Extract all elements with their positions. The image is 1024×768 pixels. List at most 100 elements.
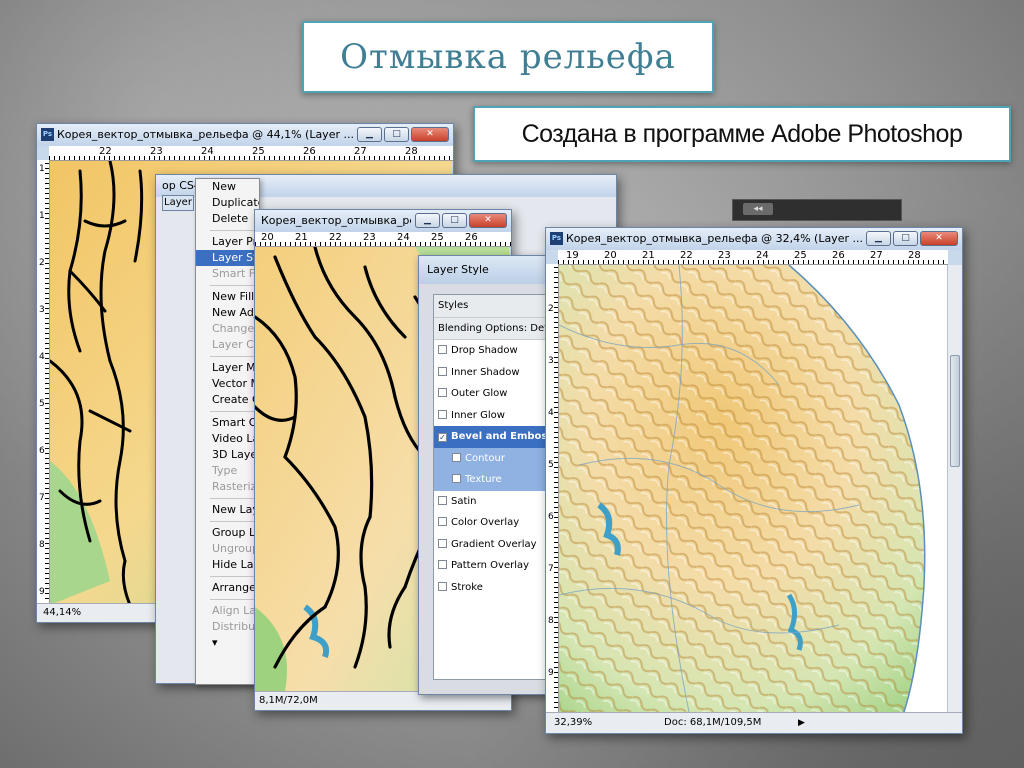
effect-row[interactable]: ✓ Bevel and Emboss [434, 426, 553, 448]
scrollbar-thumb[interactable] [950, 355, 960, 467]
effect-checkbox[interactable] [438, 388, 447, 397]
menu-item[interactable]: Distribute [196, 619, 259, 635]
map-canvas-hillshade[interactable] [559, 265, 947, 712]
layer-tab[interactable]: Layer [162, 195, 194, 211]
minimize-button[interactable]: ▁ [415, 213, 440, 228]
menu-item[interactable]: New Fill L [196, 289, 259, 305]
status-menu-arrow-icon[interactable]: ▶ [798, 713, 805, 733]
layer-style-dialog[interactable]: Layer Style Styles Blending Options: Def… [418, 255, 567, 695]
ruler-label: 7 [548, 564, 554, 574]
menu-item[interactable]: Smart Ob [196, 415, 259, 431]
collapse-arrows-icon[interactable]: ◂◂ [743, 203, 773, 215]
maximize-button[interactable]: □ [384, 127, 409, 142]
menu-separator [210, 521, 257, 522]
menu-item[interactable]: Duplicate [196, 195, 259, 211]
document-info[interactable]: 8,1M/72,0M [255, 695, 318, 706]
effect-label: Contour [465, 452, 505, 464]
window-3-titlebar[interactable]: Ps Корея_вектор_отмывка_рельефа @ 32,4% … [546, 228, 962, 250]
effect-row[interactable]: Texture [434, 469, 546, 491]
maximize-button[interactable]: □ [442, 213, 467, 228]
ruler-label: 22 [99, 146, 112, 157]
menu-item[interactable]: Rasterize [196, 479, 259, 495]
menu-item[interactable]: New [196, 179, 259, 195]
dialog-title[interactable]: Layer Style [419, 256, 547, 284]
menu-item[interactable]: Arrange [196, 580, 259, 596]
effect-row[interactable]: Contour [434, 447, 546, 469]
effect-checkbox[interactable] [438, 517, 447, 526]
menu-item[interactable]: Ungroup [196, 541, 259, 557]
minimize-button[interactable]: ▁ [866, 231, 891, 246]
maximize-button[interactable]: □ [893, 231, 918, 246]
effect-row[interactable]: Inner Glow [434, 405, 546, 427]
menu-item[interactable]: Layer Ma [196, 360, 259, 376]
effect-checkbox[interactable] [438, 366, 447, 376]
effect-checkbox[interactable]: ✓ [438, 433, 447, 442]
styles-panel[interactable]: Styles Blending Options: Default Drop Sh… [433, 294, 567, 680]
menu-item[interactable]: Video Lay [196, 431, 259, 447]
effect-row[interactable]: Stroke [434, 577, 546, 599]
document-info[interactable]: Doc: 68,1M/109,5M [664, 713, 761, 733]
effect-checkbox[interactable] [438, 345, 447, 354]
styles-header[interactable]: Styles [434, 295, 546, 318]
hillshade-relief-map [559, 265, 947, 712]
menu-item[interactable]: New Adju [196, 305, 259, 321]
effect-checkbox[interactable] [438, 560, 447, 569]
menu-item[interactable]: New Laye [196, 502, 259, 518]
effect-checkbox[interactable] [438, 409, 447, 419]
menu-item[interactable]: Smart Filt [196, 266, 259, 282]
menu-item[interactable]: Vector M [196, 376, 259, 392]
effect-row[interactable]: Inner Shadow [434, 362, 546, 384]
ruler-label: 26 [303, 146, 316, 157]
menu-item[interactable]: Align Lay [196, 603, 259, 619]
close-button[interactable]: ✕ [469, 213, 507, 228]
effect-label: Stroke [451, 581, 483, 593]
menu-item[interactable]: Type [196, 463, 259, 479]
menu-scroll-down-icon[interactable]: ▾ [196, 635, 259, 651]
ruler-label: 22 [680, 250, 693, 261]
effect-row[interactable]: Gradient Overlay [434, 534, 546, 556]
menu-item[interactable]: Layer Con [196, 337, 259, 353]
menu-item[interactable]: Layer Styl [196, 250, 259, 266]
ruler-label: 1 [39, 211, 45, 221]
menu-item[interactable]: Create Cl [196, 392, 259, 408]
effect-row[interactable]: Satin [434, 491, 546, 513]
menu-item[interactable]: Delete [196, 211, 259, 227]
blending-options[interactable]: Blending Options: Default [434, 317, 567, 340]
effect-row[interactable]: Pattern Overlay [434, 555, 546, 577]
menu-item[interactable]: 3D Layers [196, 447, 259, 463]
menu-item[interactable]: Layer Pro [196, 234, 259, 250]
menu-item[interactable]: Group La [196, 525, 259, 541]
effect-checkbox[interactable] [438, 495, 447, 505]
effect-checkbox[interactable] [438, 538, 447, 548]
effect-row[interactable]: Color Overlay [434, 512, 546, 534]
ruler-label: 24 [201, 146, 214, 157]
zoom-level[interactable]: 32,39% [546, 717, 592, 728]
minimize-button[interactable]: ▁ [357, 127, 382, 142]
effect-checkbox[interactable] [452, 474, 461, 483]
menu-item[interactable]: Change L [196, 321, 259, 337]
window-2-title: Корея_вектор_отмывка_рельефа @ 44,1% (La… [261, 214, 411, 227]
vertical-scrollbar[interactable] [947, 265, 962, 712]
effect-label: Inner Shadow [451, 366, 520, 378]
effect-label: Satin [451, 495, 477, 507]
effect-row[interactable]: Outer Glow [434, 383, 546, 405]
close-button[interactable]: ✕ [920, 231, 958, 246]
effect-checkbox[interactable] [438, 581, 447, 591]
menu-item[interactable]: Hide Lay [196, 557, 259, 573]
menu-separator [210, 599, 257, 600]
layer-menu[interactable]: NewDuplicateDeleteLayer ProLayer StylSma… [195, 178, 260, 685]
effect-label: Drop Shadow [451, 345, 518, 356]
menu-separator [210, 285, 257, 286]
slide-subtitle-box: Создана в программе Adobe Photoshop [473, 106, 1011, 162]
menu-separator [210, 356, 257, 357]
close-button[interactable]: ✕ [411, 127, 449, 142]
tools-strip[interactable]: ◂◂ [732, 199, 902, 221]
document-window-3[interactable]: Ps Корея_вектор_отмывка_рельефа @ 32,4% … [545, 227, 963, 734]
effect-row[interactable]: Drop Shadow [434, 340, 546, 362]
effect-label: Texture [465, 474, 502, 485]
window-1-titlebar[interactable]: Ps Корея_вектор_отмывка_рельефа @ 44,1% … [37, 124, 453, 146]
ruler-label: 25 [252, 146, 265, 157]
window-2-titlebar[interactable]: Корея_вектор_отмывка_рельефа @ 44,1% (La… [255, 210, 511, 232]
effect-checkbox[interactable] [452, 452, 461, 462]
zoom-level[interactable]: 44,14% [37, 607, 81, 618]
